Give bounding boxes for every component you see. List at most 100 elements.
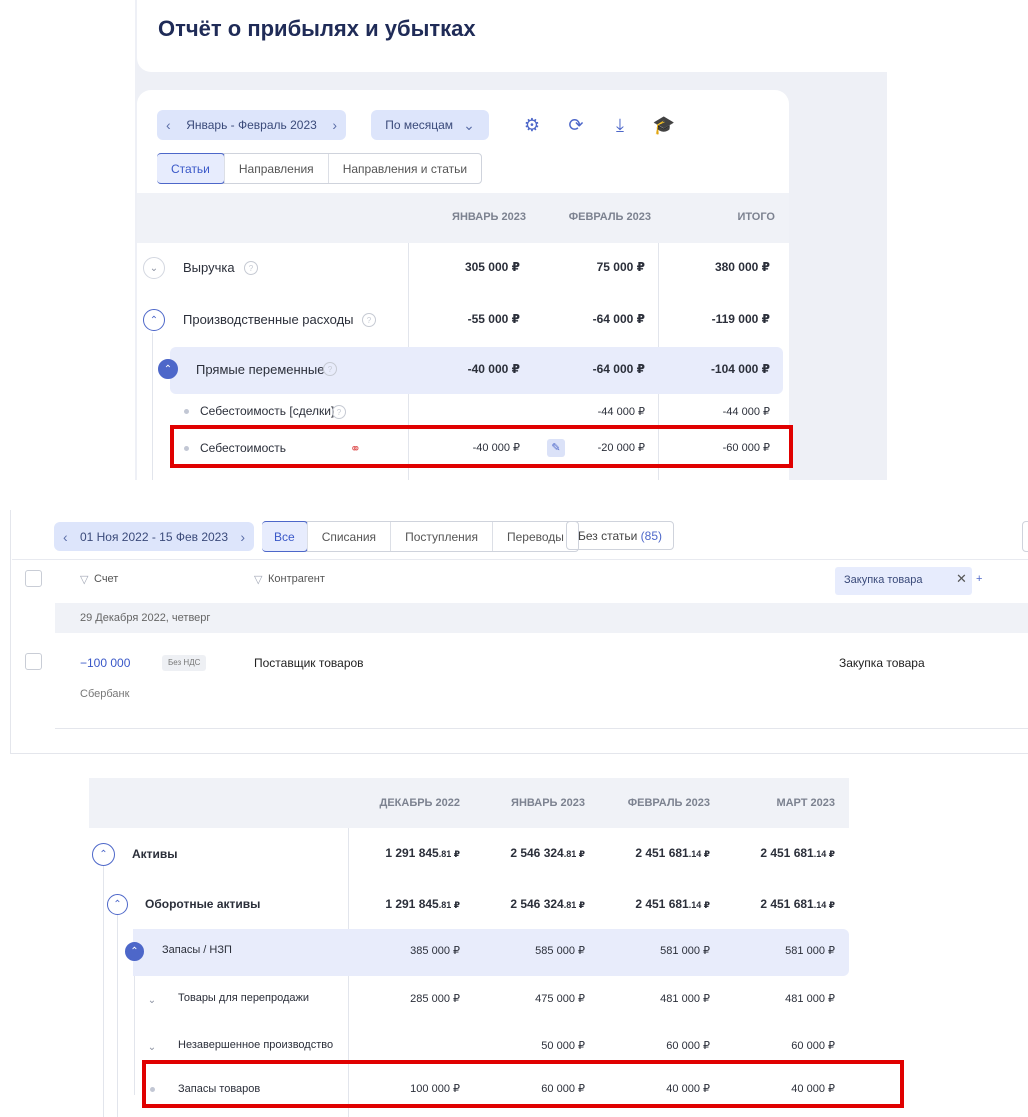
cell-value: 475 000 ₽: [535, 993, 585, 1005]
filter-receipts[interactable]: Поступления: [390, 522, 492, 551]
collapse-toggle[interactable]: ⌃: [107, 894, 128, 915]
tree-line: [152, 333, 153, 480]
tab-directions[interactable]: Направления: [223, 154, 328, 183]
cell-value: -40 000 ₽: [467, 362, 520, 376]
row-label: Прямые переменные: [196, 362, 325, 377]
no-category-label: Без статьи: [577, 528, 638, 543]
counterparty-name[interactable]: Поставщик товаров: [254, 656, 364, 670]
cell-value: -64 000 ₽: [592, 362, 645, 376]
tree-line: [117, 915, 118, 1117]
operation-amount[interactable]: −100 000: [80, 656, 130, 670]
chevron-left-icon[interactable]: ‹: [166, 117, 171, 133]
column-header: ФЕВРАЛЬ 2023: [568, 211, 651, 223]
column-counterparty[interactable]: Контрагент: [268, 573, 325, 585]
row-label: Товары для перепродажи: [178, 992, 310, 1004]
cell-value: 585 000 ₽: [535, 945, 585, 957]
date-group-label: 29 Декабря 2022, четверг: [80, 612, 211, 624]
cell-value: 481 000 ₽: [785, 993, 835, 1005]
operation-type-filter: Все Списания Поступления Переводы: [262, 521, 579, 552]
divider: [55, 728, 1028, 729]
cell-value: 380 000 ₽: [714, 260, 770, 274]
add-icon[interactable]: +: [976, 573, 982, 585]
grouping-label: По месяцам: [385, 118, 454, 132]
row-label: Выручка: [183, 260, 235, 275]
cell-value: -44 000 ₽: [597, 406, 645, 418]
row-label: Запасы / НЗП: [162, 944, 232, 956]
collapse-toggle[interactable]: ⌃: [158, 359, 178, 379]
chevron-down-icon: ⌄: [463, 116, 475, 133]
close-icon[interactable]: ✕: [956, 571, 967, 587]
gear-icon[interactable]: ⚙: [520, 113, 544, 137]
chevron-right-icon[interactable]: ›: [240, 529, 245, 545]
select-all-checkbox[interactable]: [25, 570, 42, 587]
balance-panel: ДЕКАБРЬ 2022 ЯНВАРЬ 2023 ФЕВРАЛЬ 2023 МА…: [0, 760, 1028, 1117]
tab-articles[interactable]: Статьи: [157, 153, 225, 184]
cell-value: 2 451 681.14 ₽: [635, 846, 710, 860]
cell-value: -119 000 ₽: [711, 312, 770, 326]
filter-all[interactable]: Все: [262, 521, 308, 552]
tab-directions-and-articles[interactable]: Направления и статьи: [327, 154, 481, 183]
cell-value: 50 000 ₽: [541, 1040, 585, 1052]
collapse-toggle[interactable]: ⌃: [125, 942, 144, 961]
category-name[interactable]: Закупка товара: [839, 656, 925, 670]
transactions-panel: ‹ 01 Ноя 2022 - 15 Фев 2023 › Все Списан…: [0, 500, 1028, 755]
cell-value: 581 000 ₽: [785, 945, 835, 957]
row-label: Активы: [132, 847, 178, 861]
row-label: Себестоимость [сделки]: [200, 404, 335, 418]
column-header: ДЕКАБРЬ 2022: [379, 797, 460, 809]
no-category-button[interactable]: Без статьи (85): [566, 521, 674, 550]
toolbar-button-partial[interactable]: [1022, 521, 1028, 552]
row-checkbox[interactable]: [25, 653, 42, 670]
cell-value: 305 000 ₽: [464, 260, 520, 274]
view-tabs: Статьи Направления Направления и статьи: [157, 153, 483, 184]
column-header: ИТОГО: [737, 211, 775, 223]
cell-value: 385 000 ₽: [410, 945, 460, 957]
help-icon[interactable]: ?: [323, 362, 337, 376]
period-picker[interactable]: ‹ Январь - Февраль 2023 ›: [157, 110, 346, 140]
column-header: ФЕВРАЛЬ 2023: [627, 797, 710, 809]
row-label: Оборотные активы: [145, 897, 261, 911]
expand-toggle[interactable]: ⌄: [143, 991, 161, 1009]
column-account[interactable]: Счет: [94, 573, 118, 585]
cell-value: -55 000 ₽: [467, 312, 520, 326]
filter-icon[interactable]: ▽: [80, 573, 88, 586]
cell-value: 75 000 ₽: [596, 260, 645, 274]
vat-badge: Без НДС: [162, 655, 207, 671]
category-tag-label: Закупка товара: [844, 574, 923, 586]
cell-value: 2 546 324.81 ₽: [510, 897, 585, 911]
group-row-highlight: [133, 929, 849, 976]
period-label: 01 Ноя 2022 - 15 Фев 2023: [79, 529, 229, 544]
filter-writeoffs[interactable]: Списания: [306, 522, 390, 551]
cell-value: 285 000 ₽: [410, 993, 460, 1005]
expand-toggle[interactable]: ⌄: [143, 257, 165, 279]
cell-value: 581 000 ₽: [660, 945, 710, 957]
no-category-count: (85): [640, 528, 663, 543]
cell-value: 481 000 ₽: [660, 993, 710, 1005]
report-card: ‹ Январь - Февраль 2023 › По месяцам ⌄ ⚙…: [137, 90, 789, 480]
collapse-toggle[interactable]: ⌃: [92, 843, 115, 866]
column-header: ЯНВАРЬ 2023: [452, 211, 526, 223]
filter-icon[interactable]: ▽: [254, 573, 262, 586]
row-label: Производственные расходы: [183, 312, 354, 327]
help-icon[interactable]: ?: [244, 261, 258, 275]
refresh-icon[interactable]: ⟳: [564, 113, 588, 137]
grouping-select[interactable]: По месяцам ⌄: [371, 110, 489, 140]
cell-value: 1 291 845.81 ₽: [385, 846, 460, 860]
page-title: Отчёт о прибылях и убытках: [158, 16, 476, 41]
download-icon[interactable]: ⤓: [608, 113, 632, 137]
pnl-report-panel: Отчёт о прибылях и убытках ‹ Январь - Фе…: [0, 0, 1028, 482]
tree-line: [103, 865, 104, 1117]
cell-value: 60 000 ₽: [666, 1040, 710, 1052]
chevron-left-icon[interactable]: ‹: [63, 529, 68, 545]
category-filter-tag[interactable]: Закупка товара ✕: [835, 567, 972, 595]
cell-value: 2 451 681.14 ₽: [635, 897, 710, 911]
collapse-toggle[interactable]: ⌃: [143, 309, 165, 331]
help-icon[interactable]: ?: [362, 313, 376, 327]
highlight-box: [170, 425, 793, 468]
chevron-right-icon[interactable]: ›: [332, 117, 337, 133]
expand-toggle[interactable]: ⌄: [143, 1038, 161, 1056]
help-icon[interactable]: ?: [332, 405, 346, 419]
graduation-cap-icon[interactable]: 🎓: [652, 113, 676, 137]
cell-value: 1 291 845.81 ₽: [385, 897, 460, 911]
period-picker[interactable]: ‹ 01 Ноя 2022 - 15 Фев 2023 ›: [54, 522, 254, 551]
